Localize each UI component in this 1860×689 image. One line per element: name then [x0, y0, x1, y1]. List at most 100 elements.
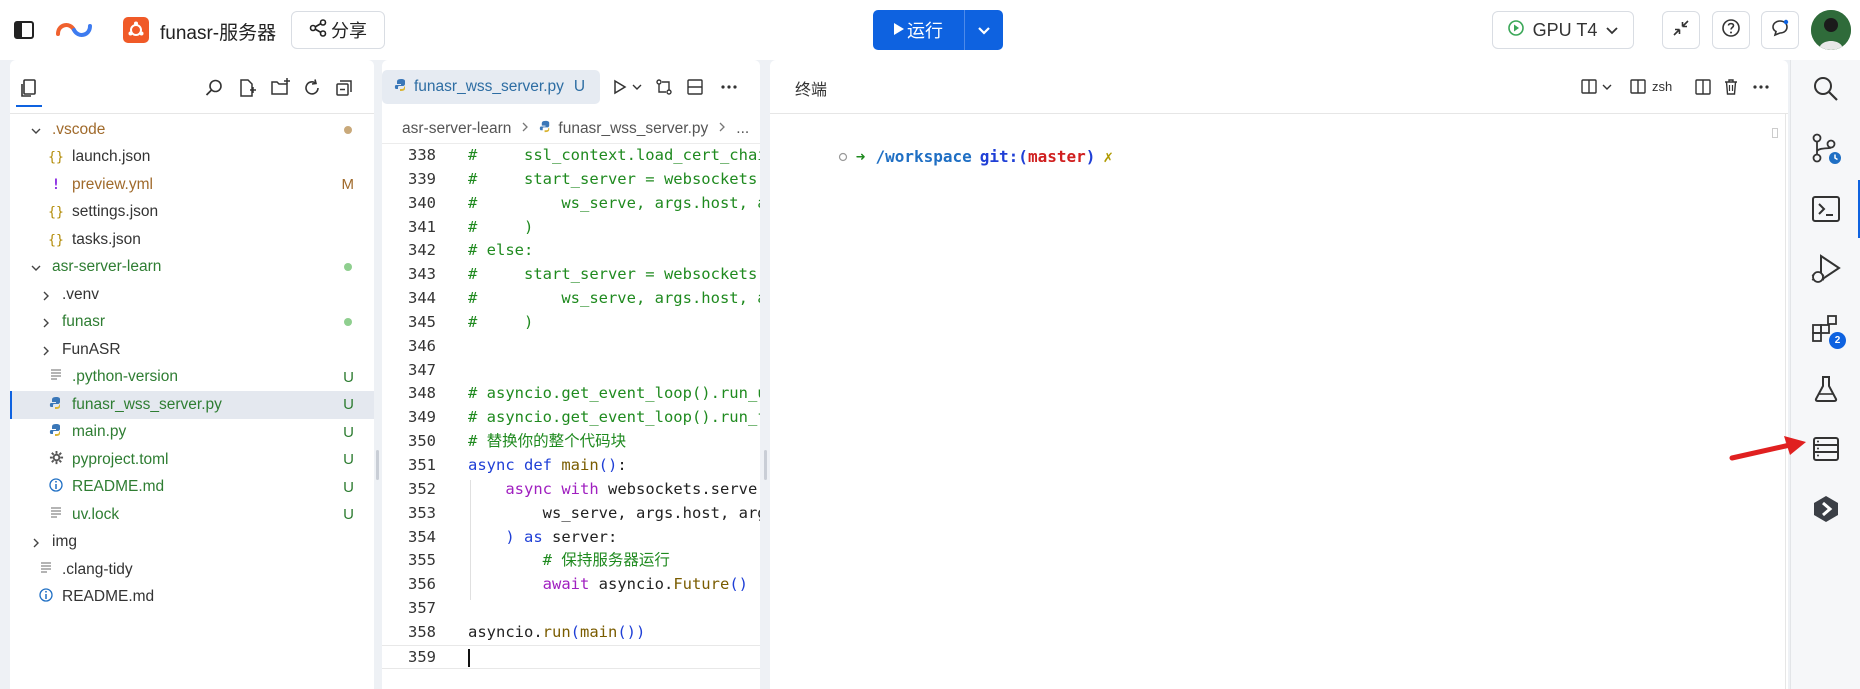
code-line: 347	[382, 359, 760, 383]
new-file-icon[interactable]	[235, 76, 259, 100]
code-line: 359	[382, 644, 760, 669]
item-name: README.md	[72, 478, 165, 496]
text-file-icon	[48, 368, 64, 386]
line-text: async def main():	[468, 454, 627, 478]
file-item[interactable]: uv.lock U	[10, 501, 374, 529]
item-name: .vscode	[52, 120, 106, 138]
line-number: 338	[408, 146, 436, 164]
terminal-scrollbar[interactable]	[1772, 128, 1778, 138]
editor-tab[interactable]: funasr_wss_server.py U	[382, 70, 600, 104]
run-file-icon[interactable]	[610, 77, 630, 97]
compare-changes-icon[interactable]	[653, 77, 675, 97]
sidebar-toggle-icon[interactable]	[12, 18, 36, 42]
code-token: with	[561, 479, 608, 498]
python-file-icon	[394, 78, 408, 97]
terminal-activity-icon[interactable]	[1809, 192, 1843, 226]
files-tab-underline	[16, 105, 42, 107]
terminal-prompt-line[interactable]: ➜ /workspace git:(master) ✗	[780, 128, 1113, 185]
share-button[interactable]: 分享	[291, 11, 385, 49]
item-name: preview.yml	[72, 175, 153, 193]
file-item[interactable]: {} launch.json	[10, 144, 374, 172]
file-item[interactable]: README.md U	[10, 474, 374, 502]
files-icon[interactable]	[16, 76, 42, 100]
layout-icon[interactable]	[1580, 76, 1616, 98]
shell-label[interactable]: zsh	[1652, 79, 1672, 94]
breadcrumb-folder[interactable]: asr-server-learn	[402, 120, 511, 138]
run-options-button[interactable]	[965, 10, 1003, 50]
code-area[interactable]: 338 # ssl_context.load_cert_chain(339 # st…	[382, 144, 760, 669]
project-name[interactable]: funasr-服务器	[160, 18, 276, 45]
database-icon[interactable]	[1809, 432, 1843, 466]
code-line: 357	[382, 597, 760, 621]
line-text: ) as server:	[468, 526, 617, 550]
collapse-button[interactable]	[1662, 11, 1700, 49]
code-token: asyncio.	[598, 575, 674, 594]
more-actions-icon[interactable]	[1750, 76, 1772, 98]
python-file-icon	[539, 120, 552, 138]
item-name: .venv	[62, 285, 100, 303]
user-avatar[interactable]	[1811, 10, 1851, 50]
folder-item[interactable]: .vscode	[10, 116, 374, 144]
chevron-down-icon[interactable]	[630, 79, 644, 95]
status-dot	[344, 125, 352, 134]
folder-item[interactable]: img	[10, 529, 374, 557]
collapse-all-icon[interactable]	[332, 76, 356, 100]
extensions-icon[interactable]: 2	[1809, 312, 1846, 349]
plugin-diamond-icon[interactable]	[1809, 492, 1843, 526]
search-icon[interactable]	[202, 76, 226, 100]
line-text: # ws_serve, args.host, args.port	[468, 192, 760, 216]
file-item[interactable]: README.md	[10, 584, 374, 612]
folder-item[interactable]: FunASR	[10, 336, 374, 364]
file-item[interactable]: {} tasks.json	[10, 226, 374, 254]
run-debug-icon[interactable]	[1809, 252, 1843, 286]
file-item[interactable]: pyproject.toml U	[10, 446, 374, 474]
item-name: README.md	[62, 588, 155, 606]
source-control-icon[interactable]	[1809, 132, 1843, 166]
run-button[interactable]: 运行	[873, 10, 963, 50]
app-logo-icon[interactable]	[54, 16, 94, 44]
yaml-file-icon: !	[51, 176, 61, 193]
code-token: Future	[673, 575, 730, 594]
breadcrumb-symbol[interactable]: ...	[736, 120, 749, 138]
new-folder-icon[interactable]	[268, 76, 292, 100]
more-actions-icon[interactable]	[718, 77, 740, 97]
prompt-branch: master	[1027, 147, 1086, 166]
split-editor-icon[interactable]	[684, 77, 706, 97]
chat-button[interactable]	[1761, 11, 1799, 49]
git-status-badge: M	[341, 176, 355, 194]
file-item[interactable]: funasr_wss_server.py U	[10, 391, 374, 419]
folder-item[interactable]: funasr	[10, 309, 374, 337]
panel-splitter[interactable]	[376, 450, 379, 480]
terminal-split-icon[interactable]	[1628, 76, 1648, 98]
testing-flask-icon[interactable]	[1809, 372, 1843, 406]
code-token: main	[580, 622, 618, 641]
trash-icon[interactable]	[1720, 76, 1742, 98]
line-text: # ws_serve, args.host, args.port	[468, 287, 760, 311]
git-status-badge: U	[343, 451, 354, 469]
search-activity-icon[interactable]	[1809, 72, 1843, 106]
file-item[interactable]: .clang-tidy	[10, 556, 374, 584]
item-name: main.py	[72, 423, 127, 441]
folder-item[interactable]: asr-server-learn	[10, 254, 374, 282]
split-terminal-icon[interactable]	[1692, 76, 1714, 98]
file-item[interactable]: ! preview.yml M	[10, 171, 374, 199]
code-token: # ws_serve, args.host, args.port	[468, 193, 760, 212]
file-item[interactable]: .python-version U	[10, 364, 374, 392]
gpu-selector[interactable]: GPU T4	[1492, 11, 1634, 49]
file-item[interactable]: {} settings.json	[10, 199, 374, 227]
refresh-icon[interactable]	[300, 76, 324, 100]
run-label: 运行	[907, 21, 943, 41]
file-item[interactable]: main.py U	[10, 419, 374, 447]
text-file-icon	[48, 506, 64, 524]
python-file-icon	[48, 423, 64, 441]
breadcrumb-file[interactable]: funasr_wss_server.py	[558, 120, 708, 138]
code-line: 338 # ssl_context.load_cert_chain(	[382, 144, 760, 168]
code-line: 341 # )	[382, 216, 760, 240]
code-token: def	[524, 455, 562, 474]
code-line: 348 # asyncio.get_event_loop().run_until_…	[382, 382, 760, 406]
help-button[interactable]	[1712, 11, 1750, 49]
line-text: # 替换你的整个代码块	[468, 430, 626, 454]
folder-item[interactable]: .venv	[10, 281, 374, 309]
panel-splitter[interactable]	[764, 450, 767, 480]
breadcrumb: asr-server-learn funasr_wss_server.py ..…	[382, 114, 760, 144]
